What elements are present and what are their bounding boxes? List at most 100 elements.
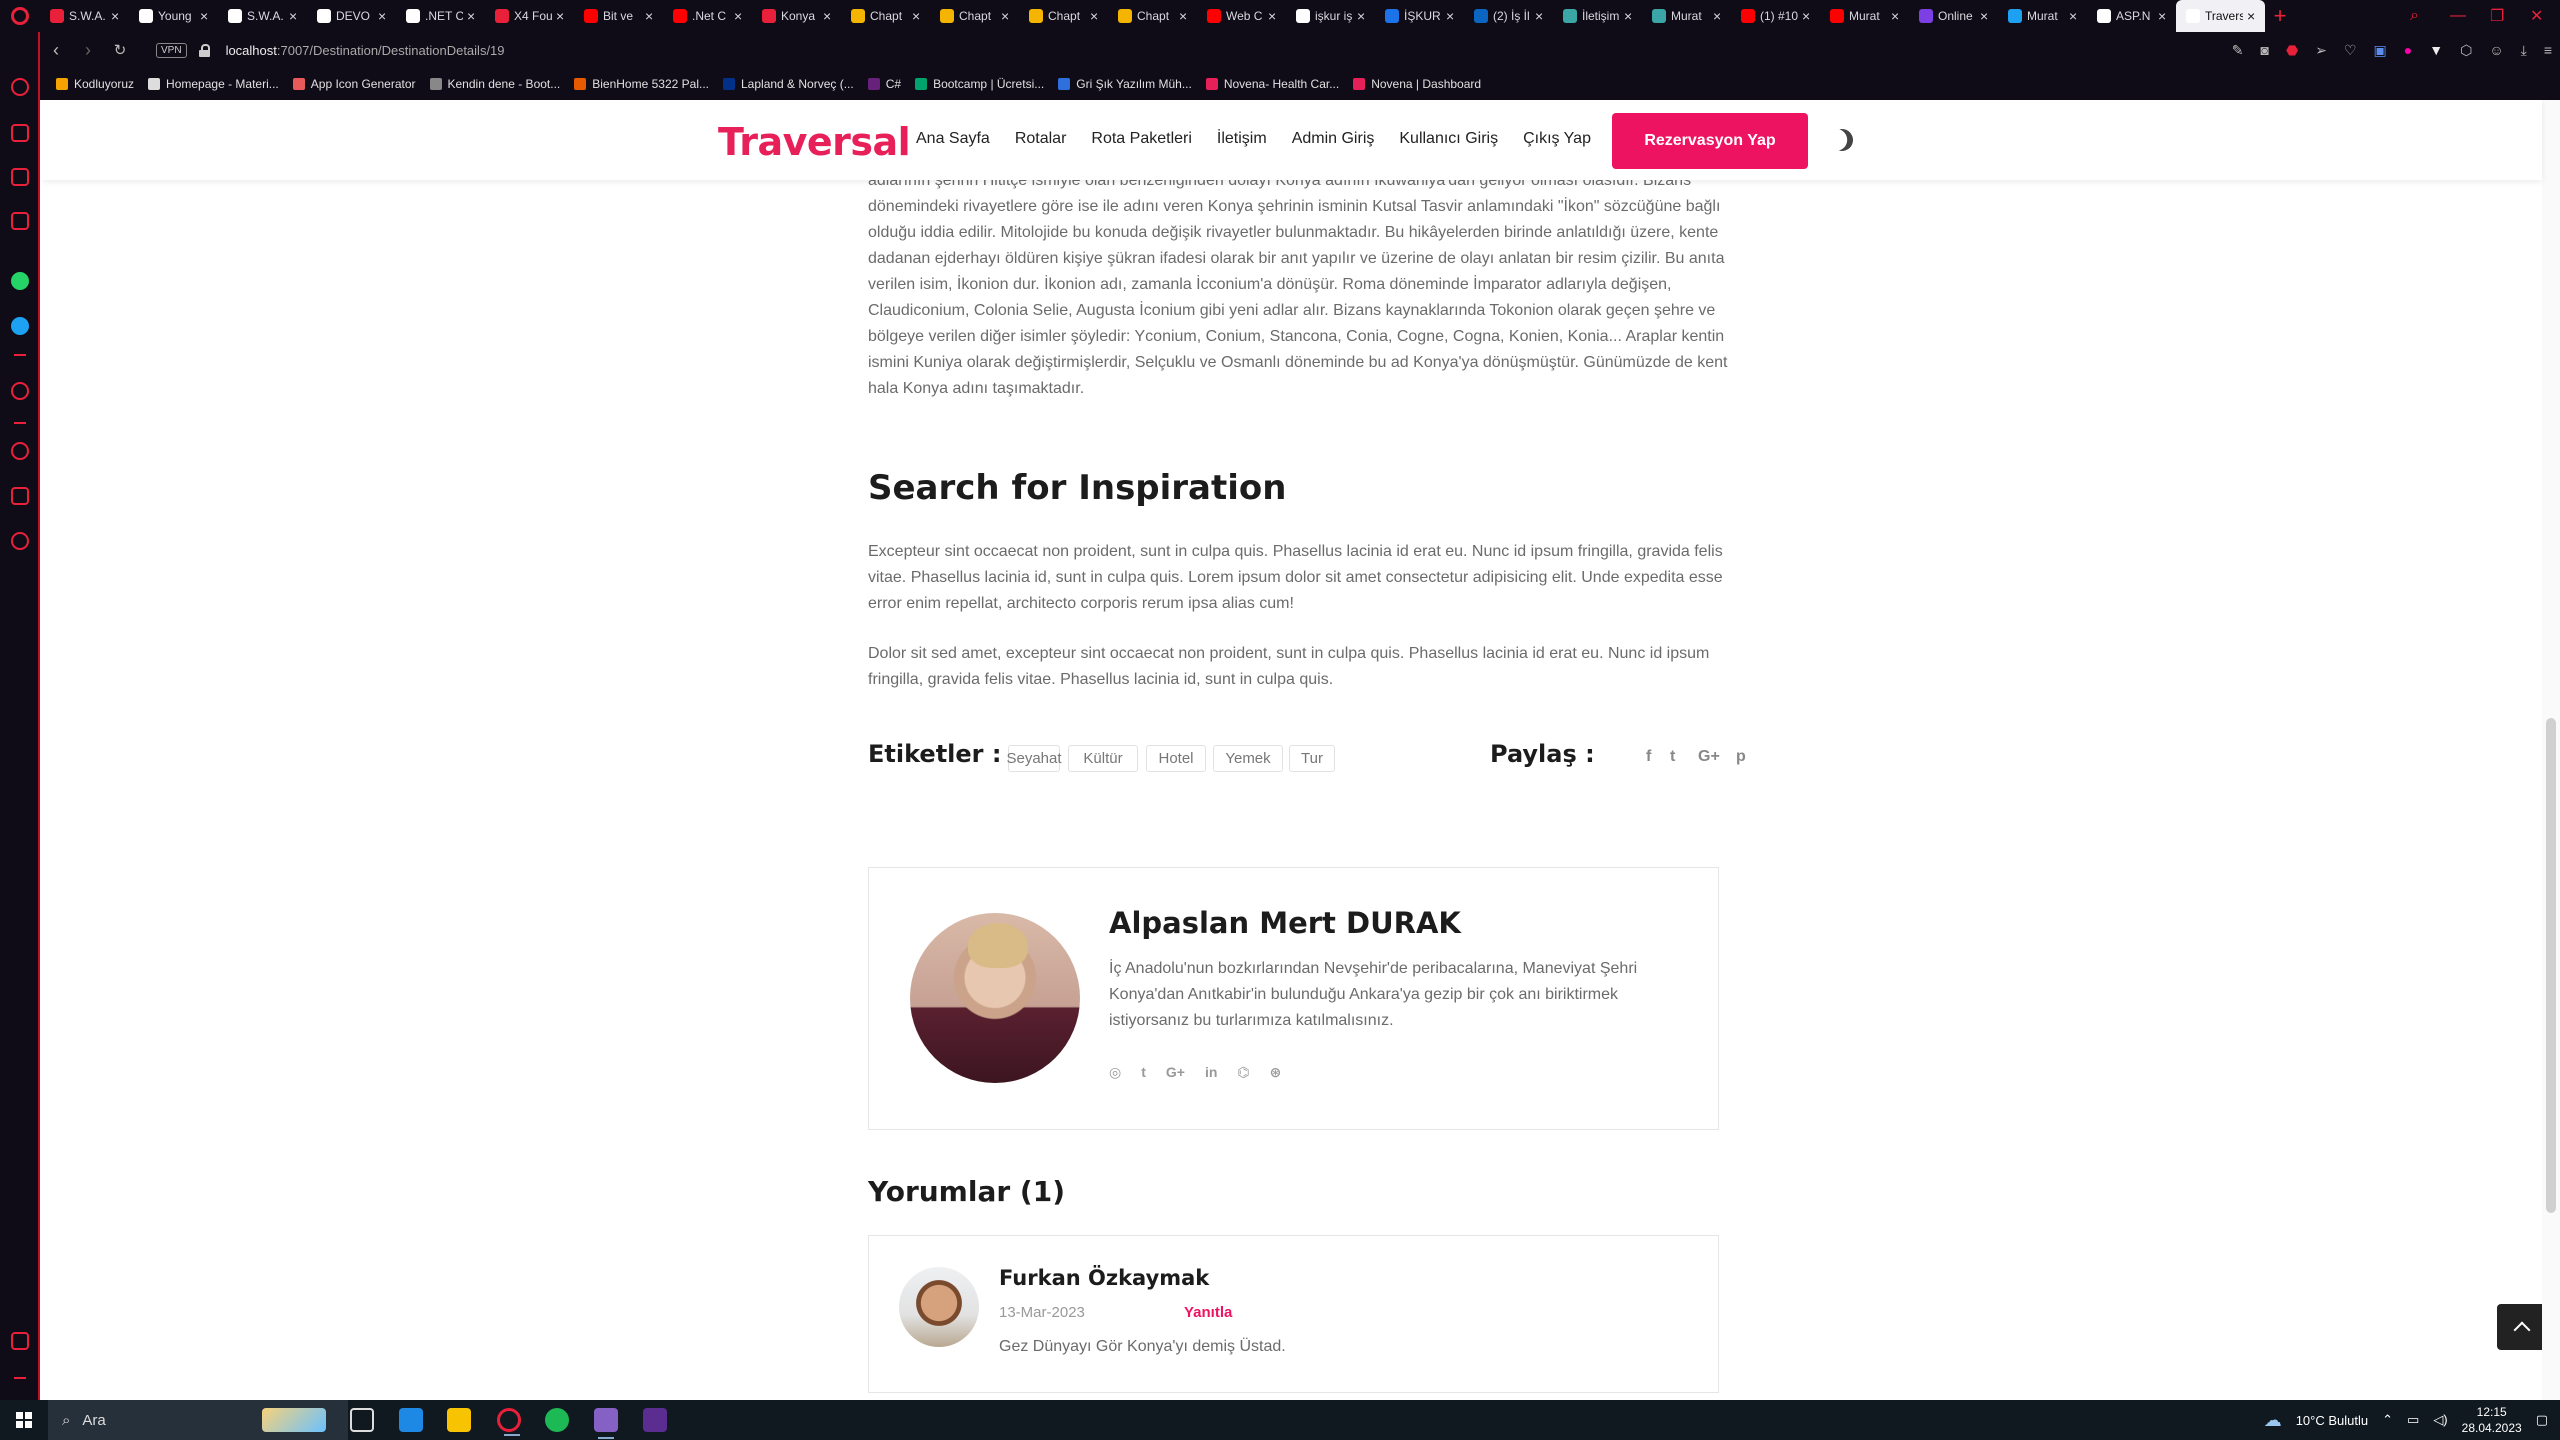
history-icon[interactable] bbox=[11, 442, 29, 460]
heart-icon[interactable]: ♡ bbox=[2344, 42, 2357, 59]
tab-close-icon[interactable]: × bbox=[645, 8, 657, 24]
site-logo[interactable]: Traversal bbox=[718, 120, 911, 164]
twitter-icon[interactable]: t bbox=[1141, 1064, 1146, 1081]
menu-item-ana-sayfa[interactable]: Ana Sayfa bbox=[916, 130, 990, 148]
lock-icon[interactable] bbox=[198, 43, 210, 57]
edit-icon[interactable]: ✎ bbox=[2232, 42, 2244, 59]
menu-item-admin-giris[interactable]: Admin Giriş bbox=[1292, 130, 1375, 148]
browser-tab[interactable]: Chapt × bbox=[1108, 0, 1197, 32]
tab-close-icon[interactable]: × bbox=[1001, 8, 1013, 24]
linkedin-icon[interactable]: in bbox=[1205, 1064, 1217, 1081]
forward-icon[interactable]: › bbox=[72, 40, 104, 61]
weather-icon[interactable]: ☁ bbox=[2264, 1410, 2282, 1431]
download-icon[interactable]: ⤓ bbox=[2521, 42, 2527, 59]
menu-item-cikis-yap[interactable]: Çıkış Yap bbox=[1523, 130, 1591, 148]
browser-tab[interactable]: Chapt × bbox=[930, 0, 1019, 32]
browser-tab[interactable]: Online × bbox=[1909, 0, 1998, 32]
extension-icon[interactable]: ▣ bbox=[2374, 42, 2387, 59]
whatsapp-icon[interactable] bbox=[11, 272, 29, 290]
camera-icon[interactable]: ◙ bbox=[2261, 42, 2269, 58]
new-tab-button[interactable]: + bbox=[2265, 3, 2295, 29]
bookmark[interactable]: Gri Şık Yazılım Müh... bbox=[1058, 77, 1192, 91]
browser-tab[interactable]: İŞKUR × bbox=[1375, 0, 1464, 32]
google-plus-icon[interactable]: G+ bbox=[1166, 1064, 1185, 1081]
clock[interactable]: 12:15 28.04.2023 bbox=[2462, 1404, 2522, 1436]
tag-yemek[interactable]: Yemek bbox=[1213, 745, 1283, 772]
volume-icon[interactable]: ◁) bbox=[2433, 1412, 2447, 1428]
bookmark[interactable]: Lapland & Norveç (... bbox=[723, 77, 854, 91]
browser-tab[interactable]: işkur iş × bbox=[1286, 0, 1375, 32]
dribbble-icon[interactable]: ⊛ bbox=[1270, 1064, 1282, 1081]
tag-hotel[interactable]: Hotel bbox=[1146, 745, 1206, 772]
github-icon[interactable]: ⌬ bbox=[1237, 1064, 1249, 1081]
shopping-icon[interactable] bbox=[11, 124, 29, 142]
opera-menu-icon[interactable] bbox=[0, 0, 40, 32]
tab-close-icon[interactable]: × bbox=[1891, 8, 1903, 24]
menu-item-rotalar[interactable]: Rotalar bbox=[1015, 130, 1067, 148]
browser-tab[interactable]: DEVO × bbox=[307, 0, 396, 32]
vpn-badge[interactable]: VPN bbox=[156, 42, 187, 58]
tab-close-icon[interactable]: × bbox=[1624, 8, 1636, 24]
browser-tab[interactable]: Web C × bbox=[1197, 0, 1286, 32]
pinterest-icon[interactable]: p bbox=[1736, 748, 1746, 766]
search-highlight-icon[interactable] bbox=[262, 1408, 326, 1432]
app-icon[interactable] bbox=[643, 1408, 667, 1432]
reply-link[interactable]: Yanıtla bbox=[1184, 1304, 1232, 1321]
minimize-icon[interactable]: — bbox=[2450, 0, 2466, 32]
browser-tab[interactable]: ASP.N × bbox=[2087, 0, 2176, 32]
settings-icon[interactable] bbox=[11, 532, 29, 550]
tab-close-icon[interactable]: × bbox=[1268, 8, 1280, 24]
mail-icon[interactable] bbox=[399, 1408, 423, 1432]
tab-close-icon[interactable]: × bbox=[1535, 8, 1547, 24]
dark-mode-icon[interactable] bbox=[1827, 125, 1857, 155]
reload-icon[interactable]: ↻ bbox=[104, 41, 136, 59]
browser-tab[interactable]: .Net C × bbox=[663, 0, 752, 32]
tray-arrow-icon[interactable]: ⌃ bbox=[2382, 1412, 2393, 1428]
task-view-icon[interactable] bbox=[350, 1408, 374, 1432]
tab-close-icon[interactable]: × bbox=[467, 8, 479, 24]
browser-tab[interactable]: İletişim × bbox=[1553, 0, 1642, 32]
browser-tab[interactable]: S.W.A. × bbox=[40, 0, 129, 32]
spotify-icon[interactable] bbox=[545, 1408, 569, 1432]
account-icon[interactable]: ☺ bbox=[2489, 42, 2503, 58]
opera-taskbar-icon[interactable] bbox=[497, 1408, 521, 1436]
url-field[interactable]: localhost:7007/Destination/DestinationDe… bbox=[226, 43, 505, 58]
notification-icon[interactable]: ▢ bbox=[2536, 1412, 2548, 1428]
browser-tab[interactable]: Bit ve × bbox=[574, 0, 663, 32]
more-icon[interactable] bbox=[14, 1377, 26, 1379]
tab-close-icon[interactable]: × bbox=[1446, 8, 1458, 24]
color-wheel-icon[interactable]: ● bbox=[2404, 42, 2412, 58]
bookmark[interactable]: Bootcamp | Ücretsi... bbox=[915, 77, 1044, 91]
tab-close-icon[interactable]: × bbox=[912, 8, 924, 24]
menu-item-iletisim[interactable]: İletişim bbox=[1217, 130, 1267, 148]
search-tabs-icon[interactable]: ⌕ bbox=[2410, 0, 2419, 32]
tab-close-icon[interactable]: × bbox=[556, 8, 568, 24]
browser-tab-active[interactable]: Travers × bbox=[2176, 0, 2265, 32]
bookmark[interactable]: Kendin dene - Boot... bbox=[429, 77, 560, 91]
tab-close-icon[interactable]: × bbox=[1179, 8, 1191, 24]
browser-tab[interactable]: S.W.A. × bbox=[218, 0, 307, 32]
twitter-icon[interactable]: t bbox=[1670, 748, 1675, 766]
tab-close-icon[interactable]: × bbox=[1980, 8, 1992, 24]
tab-close-icon[interactable]: × bbox=[2069, 8, 2081, 24]
tab-close-icon[interactable]: × bbox=[2158, 8, 2170, 24]
scroll-to-top-button[interactable] bbox=[2497, 1304, 2547, 1350]
tab-close-icon[interactable]: × bbox=[1090, 8, 1102, 24]
bookmark[interactable]: Kodluyoruz bbox=[56, 77, 134, 91]
browser-tab[interactable]: (1) #10 × bbox=[1731, 0, 1820, 32]
instagram-icon[interactable]: ◎ bbox=[1109, 1064, 1121, 1081]
vue-icon[interactable]: ▼ bbox=[2429, 42, 2443, 58]
browser-tab[interactable]: Murat × bbox=[1820, 0, 1909, 32]
tab-close-icon[interactable]: × bbox=[734, 8, 746, 24]
tab-close-icon[interactable]: × bbox=[823, 8, 835, 24]
tab-close-icon[interactable]: × bbox=[1713, 8, 1725, 24]
close-window-icon[interactable]: ✕ bbox=[2530, 0, 2543, 32]
twitter-icon[interactable] bbox=[11, 317, 29, 335]
send-icon[interactable]: ➢ bbox=[2315, 42, 2327, 59]
tag-kultur[interactable]: Kültür bbox=[1068, 745, 1138, 772]
tab-close-icon[interactable]: × bbox=[1357, 8, 1369, 24]
google-plus-icon[interactable]: G+ bbox=[1698, 748, 1720, 766]
twitch-icon[interactable] bbox=[11, 168, 29, 186]
browser-tab[interactable]: Konya × bbox=[752, 0, 841, 32]
bookmark[interactable]: C# bbox=[867, 77, 901, 91]
